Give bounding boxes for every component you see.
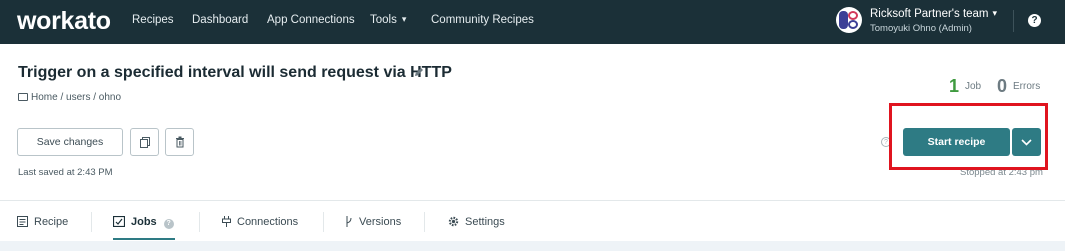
errors-label: Errors (1013, 81, 1041, 92)
team-switcher[interactable]: Ricksoft Partner's team ▾ (870, 8, 997, 20)
active-tab-indicator (113, 238, 175, 240)
top-navigation-bar: workato Recipes Dashboard App Connection… (0, 0, 1065, 44)
user-name: Tomoyuki Ohno (Admin) (870, 23, 972, 34)
jobs-icon (113, 216, 125, 227)
tab-recipe[interactable]: Recipe (17, 216, 68, 228)
nav-dashboard[interactable]: Dashboard (192, 14, 248, 26)
plug-icon (222, 216, 231, 227)
workato-logo[interactable]: workato (17, 7, 111, 36)
content-area-top (0, 241, 1065, 251)
chevron-down-icon: ▾ (401, 14, 407, 24)
recipe-icon (17, 216, 28, 227)
breadcrumb: Home / users / ohno (18, 92, 121, 103)
gear-icon (448, 216, 459, 227)
tab-connections[interactable]: Connections (222, 216, 298, 228)
trash-icon (175, 136, 184, 148)
help-icon[interactable]: ? (1028, 14, 1041, 27)
tab-connections-label: Connections (237, 216, 299, 228)
tab-separator (424, 212, 425, 232)
question-icon[interactable]: ? (163, 219, 174, 229)
jobs-count[interactable]: 1 (949, 76, 959, 97)
recipe-title: Trigger on a specified interval will sen… (18, 64, 452, 81)
tab-separator (91, 212, 92, 232)
nav-divider (1013, 10, 1014, 32)
tabs-divider (0, 200, 1065, 201)
pencil-edit-icon[interactable] (413, 66, 425, 78)
tab-settings[interactable]: Settings (448, 216, 505, 228)
jobs-label: Job (965, 81, 982, 92)
tab-recipe-label: Recipe (34, 216, 69, 228)
nav-tools-label: Tools (370, 14, 397, 26)
errors-count[interactable]: 0 (997, 76, 1007, 97)
chevron-down-icon: ▾ (992, 8, 998, 18)
nav-tools[interactable]: Tools ▾ (370, 14, 406, 26)
branch-icon (346, 216, 352, 227)
delete-button[interactable] (165, 128, 194, 156)
nav-app-connections[interactable]: App Connections (267, 14, 355, 26)
tab-separator (323, 212, 324, 232)
tab-separator (199, 212, 200, 232)
tab-jobs[interactable]: Jobs? (113, 216, 174, 229)
copy-icon (139, 137, 150, 148)
team-avatar[interactable] (836, 7, 862, 33)
team-name: Ricksoft Partner's team (870, 8, 989, 20)
save-changes-button[interactable]: Save changes (17, 128, 123, 156)
breadcrumb-path[interactable]: Home / users / ohno (31, 92, 121, 103)
highlight-box (889, 103, 1048, 170)
tab-versions[interactable]: Versions (345, 216, 401, 228)
duplicate-button[interactable] (130, 128, 159, 156)
tab-jobs-label: Jobs (131, 216, 157, 228)
tab-settings-label: Settings (465, 216, 505, 228)
last-saved-text: Last saved at 2:43 PM (18, 167, 113, 178)
tab-versions-label: Versions (359, 216, 402, 228)
folder-icon (18, 93, 28, 101)
nav-community-recipes[interactable]: Community Recipes (431, 14, 534, 26)
nav-recipes[interactable]: Recipes (132, 14, 174, 26)
